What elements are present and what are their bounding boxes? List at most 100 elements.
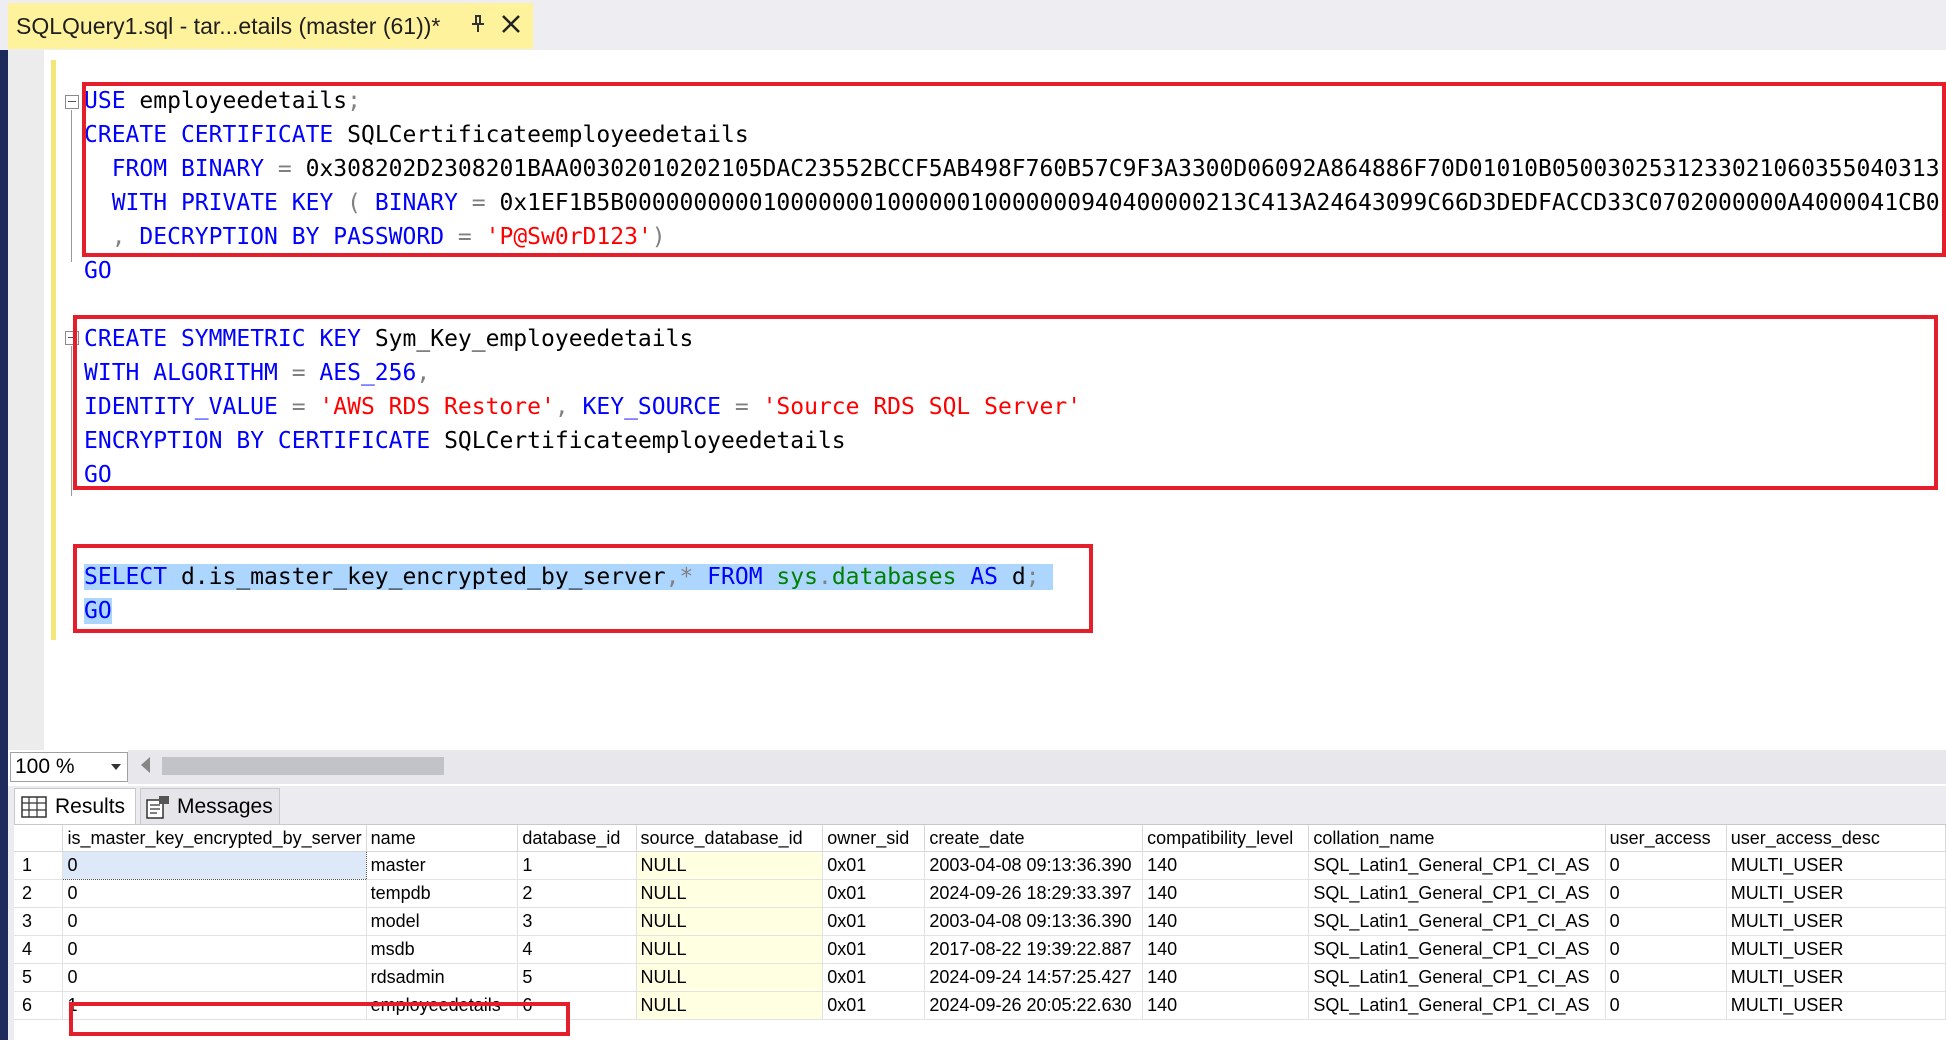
table-cell[interactable]: 0: [62, 907, 367, 936]
column-header[interactable]: user_access_desc: [1726, 825, 1946, 852]
column-header[interactable]: source_database_id: [636, 825, 824, 852]
table-cell[interactable]: SQL_Latin1_General_CP1_CI_AS: [1308, 907, 1606, 936]
column-header[interactable]: owner_sid: [822, 825, 926, 852]
table-cell[interactable]: 140: [1142, 879, 1310, 908]
table-row[interactable]: 5 0 rdsadmin 5 NULL 0x01 2024-09-24 14:57:25.4…: [14, 963, 1946, 992]
table-cell[interactable]: SQL_Latin1_General_CP1_CI_AS: [1308, 991, 1606, 1020]
fold-toggle-icon[interactable]: [65, 95, 79, 109]
table-row[interactable]: 1 0 master 1 NULL 0x01 2003-04-08 09:13:36.390…: [14, 851, 1946, 880]
table-cell[interactable]: 3: [517, 907, 637, 936]
tab-results[interactable]: Results: [14, 788, 136, 825]
table-cell[interactable]: MULTI_USER: [1726, 935, 1946, 964]
table-cell[interactable]: NULL: [636, 935, 824, 964]
scrollbar-thumb[interactable]: [162, 757, 444, 775]
row-number[interactable]: 6: [14, 991, 64, 1020]
table-cell[interactable]: 140: [1142, 963, 1310, 992]
table-row[interactable]: 4 0 msdb 4 NULL 0x01 2017-08-22 19:39:22.887 14…: [14, 935, 1946, 964]
document-tab-bar: SQLQuery1.sql - tar...etails (master (61…: [0, 0, 1946, 51]
header-row: is_master_key_encrypted_by_server name dat…: [14, 825, 1946, 852]
document-tab[interactable]: SQLQuery1.sql - tar...etails (master (61…: [8, 3, 533, 49]
fold-line: [71, 346, 72, 496]
table-cell[interactable]: SQL_Latin1_General_CP1_CI_AS: [1308, 879, 1606, 908]
pin-icon[interactable]: [466, 12, 490, 36]
table-cell[interactable]: NULL: [636, 963, 824, 992]
column-header[interactable]: collation_name: [1308, 825, 1606, 852]
table-cell[interactable]: 140: [1142, 851, 1310, 880]
column-header[interactable]: name: [366, 825, 519, 852]
results-grid[interactable]: is_master_key_encrypted_by_server name dat…: [14, 824, 1946, 1041]
table-cell[interactable]: 5: [517, 963, 637, 992]
table-cell[interactable]: model: [366, 907, 519, 936]
table-cell[interactable]: NULL: [636, 851, 824, 880]
table-cell[interactable]: NULL: [636, 907, 824, 936]
table-cell[interactable]: 2: [517, 879, 637, 908]
table-cell[interactable]: MULTI_USER: [1726, 907, 1946, 936]
table-cell[interactable]: 1: [517, 851, 637, 880]
query-editor[interactable]: USE employeedetails; CREATE CERTIFICATE …: [8, 50, 1946, 750]
table-cell[interactable]: 140: [1142, 935, 1310, 964]
table-cell[interactable]: 2017-08-22 19:39:22.887: [924, 935, 1144, 964]
tab-messages[interactable]: Messages: [140, 788, 280, 825]
table-cell[interactable]: 140: [1142, 907, 1310, 936]
table-cell[interactable]: SQL_Latin1_General_CP1_CI_AS: [1308, 935, 1606, 964]
highlight-box-result-row: [69, 1002, 570, 1036]
table-cell[interactable]: 4: [517, 935, 637, 964]
messages-icon: [146, 796, 169, 819]
table-cell[interactable]: MULTI_USER: [1726, 851, 1946, 880]
table-cell[interactable]: msdb: [366, 935, 519, 964]
table-cell[interactable]: MULTI_USER: [1726, 963, 1946, 992]
results-table[interactable]: is_master_key_encrypted_by_server name dat…: [14, 825, 1946, 1020]
row-number[interactable]: 3: [14, 907, 64, 936]
corner-header[interactable]: [14, 825, 64, 852]
column-header[interactable]: is_master_key_encrypted_by_server: [62, 825, 367, 852]
table-cell[interactable]: NULL: [636, 991, 824, 1020]
column-header[interactable]: compatibility_level: [1142, 825, 1310, 852]
table-cell[interactable]: 0: [62, 879, 367, 908]
scroll-left-arrow-icon[interactable]: [141, 757, 150, 773]
table-cell[interactable]: MULTI_USER: [1726, 879, 1946, 908]
table-cell[interactable]: 0: [1605, 935, 1727, 964]
column-header[interactable]: database_id: [517, 825, 637, 852]
table-cell[interactable]: 0x01: [822, 907, 926, 936]
table-cell[interactable]: 0: [1605, 991, 1727, 1020]
table-cell[interactable]: 0: [1605, 851, 1727, 880]
table-cell[interactable]: 0: [62, 935, 367, 964]
table-cell[interactable]: 0x01: [822, 851, 926, 880]
row-number[interactable]: 5: [14, 963, 64, 992]
table-cell[interactable]: 2024-09-26 20:05:22.630: [924, 991, 1144, 1020]
table-cell[interactable]: NULL: [636, 879, 824, 908]
window-left-edge: [0, 50, 8, 1040]
table-row[interactable]: 2 0 tempdb 2 NULL 0x01 2024-09-26 18:29:33.397…: [14, 879, 1946, 908]
table-cell[interactable]: 0x01: [822, 963, 926, 992]
table-cell[interactable]: tempdb: [366, 879, 519, 908]
table-cell[interactable]: 0: [1605, 907, 1727, 936]
table-cell[interactable]: master: [366, 851, 519, 880]
table-cell[interactable]: 2024-09-26 18:29:33.397: [924, 879, 1144, 908]
row-number[interactable]: 2: [14, 879, 64, 908]
table-cell[interactable]: 140: [1142, 991, 1310, 1020]
table-row[interactable]: 3 0 model 3 NULL 0x01 2003-04-08 09:13:36.390 1…: [14, 907, 1946, 936]
highlight-box-symmetric-key: [73, 315, 1938, 490]
table-cell[interactable]: 0: [1605, 963, 1727, 992]
table-cell[interactable]: SQL_Latin1_General_CP1_CI_AS: [1308, 963, 1606, 992]
row-number[interactable]: 4: [14, 935, 64, 964]
close-icon[interactable]: [498, 11, 524, 37]
zoom-dropdown[interactable]: 100 %: [10, 752, 128, 782]
table-cell[interactable]: rdsadmin: [366, 963, 519, 992]
table-cell[interactable]: MULTI_USER: [1726, 991, 1946, 1020]
table-cell[interactable]: 0: [62, 851, 367, 880]
code-line-6: GO: [84, 258, 112, 284]
table-cell[interactable]: 0x01: [822, 991, 926, 1020]
table-cell[interactable]: 2024-09-24 14:57:25.427: [924, 963, 1144, 992]
table-cell[interactable]: 0x01: [822, 935, 926, 964]
table-cell[interactable]: 2003-04-08 09:13:36.390: [924, 851, 1144, 880]
table-cell[interactable]: 2003-04-08 09:13:36.390: [924, 907, 1144, 936]
table-cell[interactable]: 0: [1605, 879, 1727, 908]
table-cell[interactable]: 0: [62, 963, 367, 992]
row-number[interactable]: 1: [14, 851, 64, 880]
column-header[interactable]: user_access: [1605, 825, 1727, 852]
chevron-down-icon: [111, 764, 121, 770]
column-header[interactable]: create_date: [924, 825, 1144, 852]
table-cell[interactable]: SQL_Latin1_General_CP1_CI_AS: [1308, 851, 1606, 880]
table-cell[interactable]: 0x01: [822, 879, 926, 908]
